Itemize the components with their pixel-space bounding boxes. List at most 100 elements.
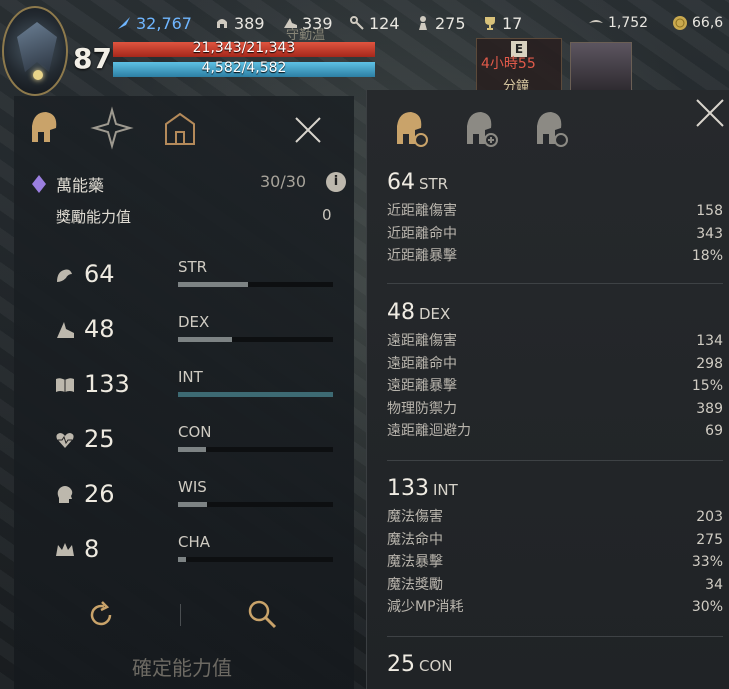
detail-row: 近距離命中 343 [387,225,723,242]
currency-boot[interactable]: 339 [282,12,333,34]
stat-value: 26 [84,480,115,508]
heart-icon [56,433,74,448]
section-unit: CON [419,657,453,675]
castle-icon [165,112,195,145]
currency-helmet[interactable]: 389 [214,12,265,34]
currency-value: 66,6 [692,15,724,31]
key-icon [350,16,364,30]
character-portrait[interactable] [2,6,68,96]
detail-row: 魔法暴擊 33% [387,554,723,570]
bonus-value: 0 [322,206,332,224]
currency-trophy[interactable]: 17 [482,12,522,34]
close-button[interactable] [292,114,324,146]
magnifier-icon [248,600,277,629]
stat-row-con[interactable]: 25 CON [54,423,354,463]
detail-row: 遠距離迴避力 69 [387,423,723,439]
stat-value: 8 [84,535,100,563]
stat-allocation-panel: 萬能藥 30/30 i 獎勵能力值 0 64 STR 48 DEX 133 IN… [14,96,354,689]
stat-bar [178,282,333,287]
tab-detail-add[interactable] [459,106,505,152]
helmet-icon [217,19,227,28]
refresh-icon [90,601,112,626]
stat-row-dex[interactable]: 48 DEX [54,313,354,353]
close-button[interactable] [695,98,725,128]
treasure-chest-icon[interactable] [570,42,632,92]
stat-bar [178,447,333,452]
section-unit: INT [433,481,458,499]
head-icon [57,486,73,503]
currency-value: 389 [234,13,265,33]
tab-guild[interactable] [158,106,202,150]
detail-row: 減少MP消耗 30% [387,599,723,615]
tab-stats[interactable] [22,106,66,150]
boot-icon [284,18,297,28]
stat-bar [178,557,333,562]
detail-row: 物理防禦力 389 [387,400,723,417]
boot-icon [57,322,74,338]
confirm-stats-button[interactable]: 確定能力值 [132,652,232,681]
section-unit: DEX [419,305,451,323]
stat-section-int: 133 INT 魔法傷害 203 魔法命中 275 魔法暴擊 33% 魔法獎勵 34 減少… [387,476,723,619]
tab-detail-other[interactable] [529,106,575,152]
currency-diamond[interactable]: 32,767 [116,12,192,34]
stat-name: WIS [178,478,207,496]
section-value: 133 [387,476,429,501]
character-level: 87 [73,42,112,75]
figure-icon [419,16,427,30]
inspect-button[interactable] [244,596,280,632]
hp-text: 21,343/21,343 [192,40,296,56]
currency-key[interactable]: 124 [349,12,400,34]
currency-value: 275 [435,13,466,33]
hp-bar: 21,343/21,343 [113,40,375,57]
elixir-label: 萬能藥 [56,176,105,195]
tab-detail-stats[interactable] [389,106,435,152]
stat-value: 133 [84,370,130,398]
helmet-plus-icon [467,112,498,147]
currency-value: 32,767 [136,13,192,33]
crown-icon [56,543,74,556]
stat-section-con: 25 CON [387,652,723,682]
elixir-row: 萬能藥 30/30 i [30,170,348,198]
stat-bar [178,502,333,507]
stat-bar [178,392,333,397]
mp-text: 4,582/4,582 [201,60,287,76]
bonus-label: 獎勵能力值 [56,208,132,226]
currency-value: 124 [369,13,400,33]
stat-value: 64 [84,260,115,288]
tab-skills[interactable] [90,106,134,150]
stat-row-wis[interactable]: 26 WIS [54,478,354,518]
gold-coin-icon [673,16,687,30]
currency-figure[interactable]: 275 [415,12,466,34]
stat-name: CHA [178,533,211,551]
currency-value: 1,752 [608,15,649,31]
currency-value: 17 [502,13,523,33]
stat-name: CON [178,423,212,441]
book-icon [56,378,74,392]
emblem-icon [17,22,57,72]
info-icon[interactable]: i [326,172,346,192]
divider [387,636,723,637]
close-icon [295,117,321,143]
wing-icon [589,20,603,23]
currency-gold[interactable]: 66,6 [672,12,723,34]
stat-name: INT [178,368,203,386]
currency-value: 339 [302,13,333,33]
elixir-value: 30/30 [260,172,307,191]
stat-detail-panel: 64 STR 近距離傷害 158 近距離命中 343 近距離暴擊 18% 48 DEX 遠… [366,90,729,689]
stat-row-cha[interactable]: 8 CHA [54,533,354,573]
stat-row-int[interactable]: 133 INT [54,368,354,408]
stat-name: STR [178,258,208,276]
divider [180,604,181,626]
timer-text: 4小時55 [481,56,536,72]
reset-button[interactable] [84,598,118,632]
stat-row-str[interactable]: 64 STR [54,258,354,298]
detail-row: 近距離暴擊 18% [387,248,723,264]
section-unit: STR [419,175,449,193]
gem-icon [33,70,43,80]
close-icon [696,99,724,127]
section-value: 48 [387,300,415,325]
potion-icon [32,175,46,193]
divider [387,283,723,284]
event-timer[interactable]: E 4小時55 分鐘 [476,38,562,96]
currency-wing[interactable]: 1,752 [588,12,648,34]
